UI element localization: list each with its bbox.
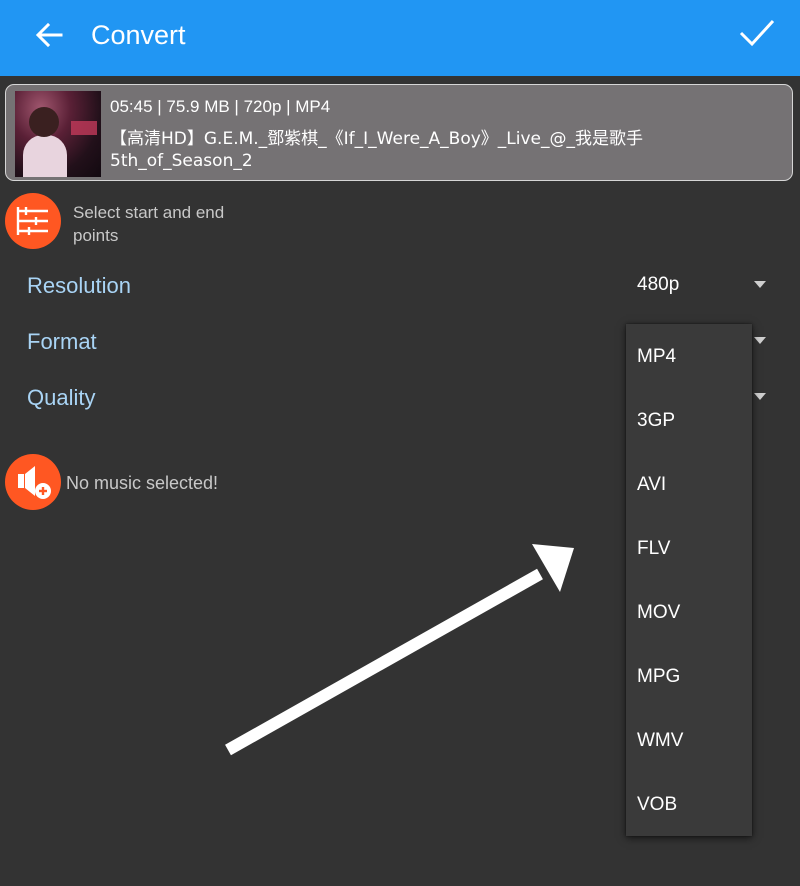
app-bar: Convert (0, 0, 800, 76)
format-label: Format (27, 329, 97, 354)
resolution-value[interactable]: 480p (637, 273, 679, 297)
video-title: 【高清HD】G.E.M._鄧紫棋_《If_I_Were_A_Boy》_Live_… (110, 129, 643, 171)
dropdown-option-wmv[interactable]: WMV (637, 729, 683, 753)
page-title: Convert (91, 20, 186, 50)
arrow-left-icon[interactable] (34, 20, 64, 50)
dropdown-option-flv[interactable]: FLV (637, 537, 670, 561)
dropdown-option-mpg[interactable]: MPG (637, 665, 680, 689)
add-music-icon (18, 466, 51, 499)
video-thumbnail (15, 91, 101, 177)
checkmark-icon[interactable] (738, 16, 776, 50)
dropdown-option-vob[interactable]: VOB (637, 793, 677, 817)
format-chevron-down-icon[interactable] (754, 337, 766, 344)
video-card[interactable]: 05:45 | 75.9 MB | 720p | MP4 【高清HD】G.E.M… (5, 84, 793, 181)
dropdown-option-mp4[interactable]: MP4 (637, 345, 676, 369)
sliders-icon (16, 207, 48, 235)
video-meta: 05:45 | 75.9 MB | 720p | MP4 (110, 97, 331, 116)
dropdown-option-mov[interactable]: MOV (637, 601, 680, 625)
trim-button[interactable] (5, 193, 61, 249)
quality-chevron-down-icon[interactable] (754, 393, 766, 400)
annotation-arrow-icon (225, 544, 574, 756)
music-label: No music selected! (66, 473, 219, 493)
trim-label: Select start and end points (73, 203, 225, 245)
add-music-button[interactable] (5, 454, 61, 510)
resolution-chevron-down-icon[interactable] (754, 281, 766, 288)
dropdown-option-3gp[interactable]: 3GP (637, 409, 675, 433)
format-dropdown[interactable]: MP4 3GP AVI FLV MOV MPG WMV VOB (626, 324, 752, 836)
dropdown-option-avi[interactable]: AVI (637, 473, 666, 497)
resolution-label: Resolution (27, 273, 131, 298)
quality-label: Quality (27, 385, 96, 410)
